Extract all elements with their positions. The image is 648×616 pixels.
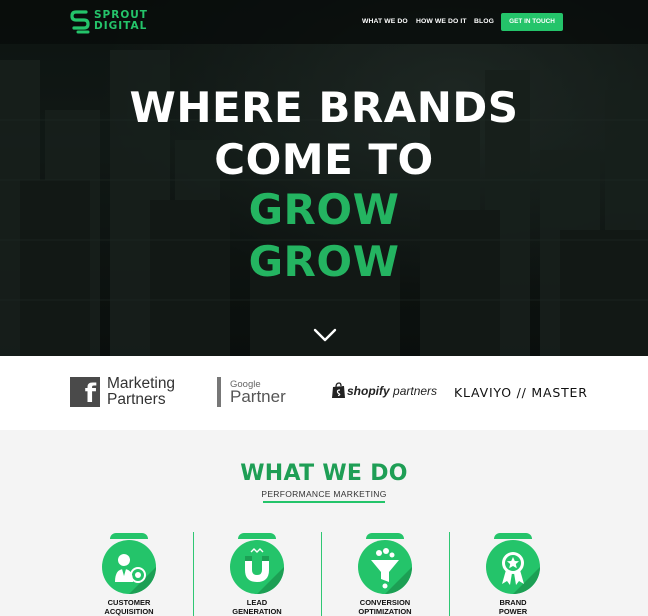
- partners-strip: f Marketing Partners Google Partner shop…: [0, 356, 648, 430]
- shopify-rest: partners: [393, 384, 438, 398]
- service-customer-acquisition[interactable]: CUSTOMER ACQUISITION: [85, 530, 175, 616]
- star-badge-icon: [502, 552, 540, 594]
- shopify-bold: shopify: [347, 384, 390, 398]
- sprout-logo-icon: [70, 10, 90, 34]
- get-in-touch-button[interactable]: GET IN TOUCH: [501, 13, 563, 31]
- google-partner-bar: [217, 377, 221, 407]
- hero-headline-line-2: COME TO: [214, 135, 434, 184]
- magnet-icon: [245, 548, 284, 594]
- chevron-down-icon[interactable]: [313, 327, 337, 343]
- service-halo: [366, 533, 404, 539]
- service-label: BRAND POWER: [463, 598, 563, 616]
- nav-link-how-we-do-it[interactable]: HOW WE DO IT: [416, 18, 467, 25]
- service-label-line-2: OPTIMIZATION: [358, 607, 412, 616]
- shopify-bag-icon: [332, 382, 345, 398]
- what-we-do-title: WHAT WE DO: [240, 461, 408, 486]
- service-divider: [449, 532, 450, 616]
- top-nav: SPROUT DIGITAL WHAT WE DO HOW WE DO IT B…: [0, 0, 648, 44]
- hero-headline-line-1: WHERE BRANDS: [129, 83, 519, 132]
- service-circle: [358, 540, 412, 594]
- service-circle: [102, 540, 156, 594]
- service-label-line-2: POWER: [498, 607, 528, 616]
- service-conversion-optimization[interactable]: CONVERSION OPTIMIZATION: [341, 530, 431, 616]
- facebook-partner-line-2: Partners: [107, 391, 166, 408]
- service-label-line-2: ACQUISITION: [104, 607, 154, 616]
- subtitle-underline: [263, 501, 385, 503]
- service-halo: [494, 533, 532, 539]
- google-partner-big: Partner: [230, 387, 286, 406]
- service-label-line-1: BRAND: [499, 598, 527, 607]
- service-label-line-1: LEAD: [246, 598, 268, 607]
- service-halo: [110, 533, 148, 539]
- service-circle: [486, 540, 540, 594]
- service-label: CUSTOMER ACQUISITION: [79, 598, 179, 616]
- nav-link-blog[interactable]: BLOG: [474, 18, 494, 25]
- service-label-line-1: CONVERSION: [359, 598, 411, 607]
- logo-line-2: DIGITAL: [94, 20, 148, 32]
- service-label: LEAD GENERATION: [207, 598, 307, 616]
- hero-section: SPROUT DIGITAL WHAT WE DO HOW WE DO IT B…: [0, 0, 648, 356]
- service-label-line-2: GENERATION: [232, 607, 282, 616]
- facebook-partner-line-1: Marketing: [107, 375, 176, 392]
- klaviyo-master: KLAVIYO // MASTER: [454, 385, 588, 400]
- service-divider: [193, 532, 194, 616]
- facebook-marketing-partners: Marketing Partners: [107, 376, 175, 408]
- service-divider: [321, 532, 322, 616]
- service-label: CONVERSION OPTIMIZATION: [335, 598, 435, 616]
- sprout-digital-logo[interactable]: SPROUT DIGITAL: [70, 9, 160, 35]
- what-we-do-subtitle: PERFORMANCE MARKETING: [261, 489, 387, 499]
- person-target-icon: [115, 554, 156, 594]
- nav-link-what-we-do[interactable]: WHAT WE DO: [362, 18, 408, 25]
- facebook-icon: f: [70, 377, 100, 407]
- hero-headline-line-3: GROW: [248, 185, 400, 234]
- service-lead-generation[interactable]: LEAD GENERATION: [213, 530, 303, 616]
- service-circle: [230, 540, 284, 594]
- service-halo: [238, 533, 276, 539]
- hero-headline-line-4: GROW: [248, 237, 400, 286]
- service-brand-power[interactable]: BRAND POWER: [469, 530, 559, 616]
- logo-text: SPROUT DIGITAL: [94, 10, 148, 32]
- service-label-line-1: CUSTOMER: [107, 598, 151, 607]
- shopify-partners: shopify partners: [347, 384, 437, 398]
- funnel-icon: [371, 548, 412, 594]
